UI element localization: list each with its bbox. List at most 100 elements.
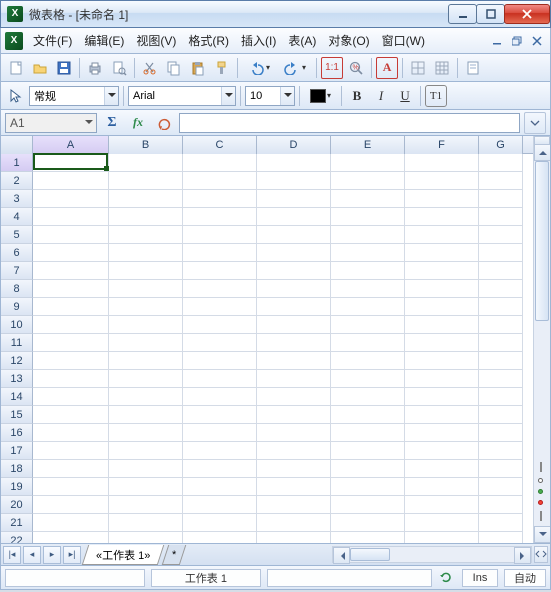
hscroll-thumb[interactable] <box>350 548 390 561</box>
cell[interactable] <box>331 334 405 352</box>
cell[interactable] <box>109 424 183 442</box>
row-header[interactable]: 7 <box>1 262 33 280</box>
cell[interactable] <box>331 262 405 280</box>
row-header[interactable]: 18 <box>1 460 33 478</box>
cell[interactable] <box>331 190 405 208</box>
underline-button[interactable]: U <box>394 85 416 107</box>
row-header[interactable]: 14 <box>1 388 33 406</box>
cell[interactable] <box>183 316 257 334</box>
cell[interactable] <box>257 352 331 370</box>
save-button[interactable] <box>53 57 75 79</box>
cell[interactable] <box>405 424 479 442</box>
cell[interactable] <box>331 532 405 544</box>
menu-app-icon[interactable]: X <box>5 32 23 50</box>
scroll-left-button[interactable] <box>333 547 350 564</box>
paste-button[interactable] <box>187 57 209 79</box>
cell[interactable] <box>405 478 479 496</box>
cell[interactable] <box>479 352 523 370</box>
cell[interactable] <box>33 280 109 298</box>
row-header[interactable]: 3 <box>1 190 33 208</box>
cell[interactable] <box>405 208 479 226</box>
row-header[interactable]: 9 <box>1 298 33 316</box>
cell[interactable] <box>405 406 479 424</box>
cell[interactable] <box>479 532 523 544</box>
cancel-formula-button[interactable] <box>153 112 175 134</box>
row-header[interactable]: 16 <box>1 424 33 442</box>
cell[interactable] <box>109 496 183 514</box>
status-auto[interactable]: 自动 <box>504 569 546 587</box>
cell[interactable] <box>405 388 479 406</box>
cell[interactable] <box>33 532 109 544</box>
cell[interactable] <box>479 496 523 514</box>
undo-button[interactable]: ▾ <box>242 57 276 79</box>
cell[interactable] <box>479 244 523 262</box>
cell[interactable] <box>33 244 109 262</box>
cell[interactable] <box>33 388 109 406</box>
cell[interactable] <box>331 280 405 298</box>
column-header[interactable]: C <box>183 136 257 154</box>
row-header[interactable]: 21 <box>1 514 33 532</box>
cell[interactable] <box>405 442 479 460</box>
cell[interactable] <box>109 460 183 478</box>
fill-color-button[interactable]: ▾ <box>304 85 337 107</box>
cell[interactable] <box>479 226 523 244</box>
cell[interactable] <box>331 154 405 172</box>
cell[interactable] <box>183 496 257 514</box>
status-ins[interactable]: Ins <box>462 569 498 587</box>
italic-button[interactable]: I <box>370 85 392 107</box>
scroll-down-button[interactable] <box>534 526 551 543</box>
minimize-button[interactable] <box>448 4 477 24</box>
cell[interactable] <box>331 172 405 190</box>
cell[interactable] <box>33 460 109 478</box>
row-header[interactable]: 1 <box>1 154 33 172</box>
cell[interactable] <box>183 226 257 244</box>
cell[interactable] <box>405 172 479 190</box>
sheet-tab-new[interactable]: * <box>162 545 187 565</box>
column-header[interactable]: D <box>257 136 331 154</box>
cell[interactable] <box>257 388 331 406</box>
scroll-up-button[interactable] <box>534 144 551 161</box>
cell[interactable] <box>331 496 405 514</box>
menu-format[interactable]: 格式(R) <box>182 30 235 52</box>
cell[interactable] <box>109 298 183 316</box>
cut-button[interactable] <box>139 57 161 79</box>
cell[interactable] <box>33 226 109 244</box>
name-box[interactable]: A1 <box>5 113 97 133</box>
cell[interactable] <box>331 370 405 388</box>
cell[interactable] <box>109 370 183 388</box>
grid1-button[interactable] <box>407 57 429 79</box>
cell[interactable] <box>479 316 523 334</box>
cell[interactable] <box>479 298 523 316</box>
cell[interactable] <box>109 172 183 190</box>
cell[interactable] <box>109 208 183 226</box>
close-button[interactable] <box>504 4 550 24</box>
menu-file[interactable]: 文件(F) <box>27 30 78 52</box>
menu-object[interactable]: 对象(O) <box>322 30 375 52</box>
cell[interactable] <box>257 316 331 334</box>
cell[interactable] <box>109 226 183 244</box>
redo-button[interactable]: ▾ <box>278 57 312 79</box>
cell[interactable] <box>109 190 183 208</box>
cell[interactable] <box>331 460 405 478</box>
cell[interactable] <box>109 478 183 496</box>
vsplit-handle[interactable] <box>534 136 550 144</box>
cell[interactable] <box>257 262 331 280</box>
cell[interactable] <box>109 532 183 544</box>
text-frame-button[interactable]: T1 <box>425 85 447 107</box>
font-color-button[interactable]: A <box>376 57 398 79</box>
cell[interactable] <box>183 190 257 208</box>
cell[interactable] <box>109 244 183 262</box>
column-header[interactable]: G <box>479 136 523 154</box>
cell[interactable] <box>183 154 257 172</box>
cell[interactable] <box>405 316 479 334</box>
maximize-button[interactable] <box>476 4 505 24</box>
cell[interactable] <box>183 208 257 226</box>
cell[interactable] <box>109 514 183 532</box>
row-header[interactable]: 10 <box>1 316 33 334</box>
cell[interactable] <box>405 298 479 316</box>
cell[interactable] <box>479 154 523 172</box>
column-header[interactable]: B <box>109 136 183 154</box>
cell[interactable] <box>183 424 257 442</box>
cell[interactable] <box>331 316 405 334</box>
row-header[interactable]: 4 <box>1 208 33 226</box>
